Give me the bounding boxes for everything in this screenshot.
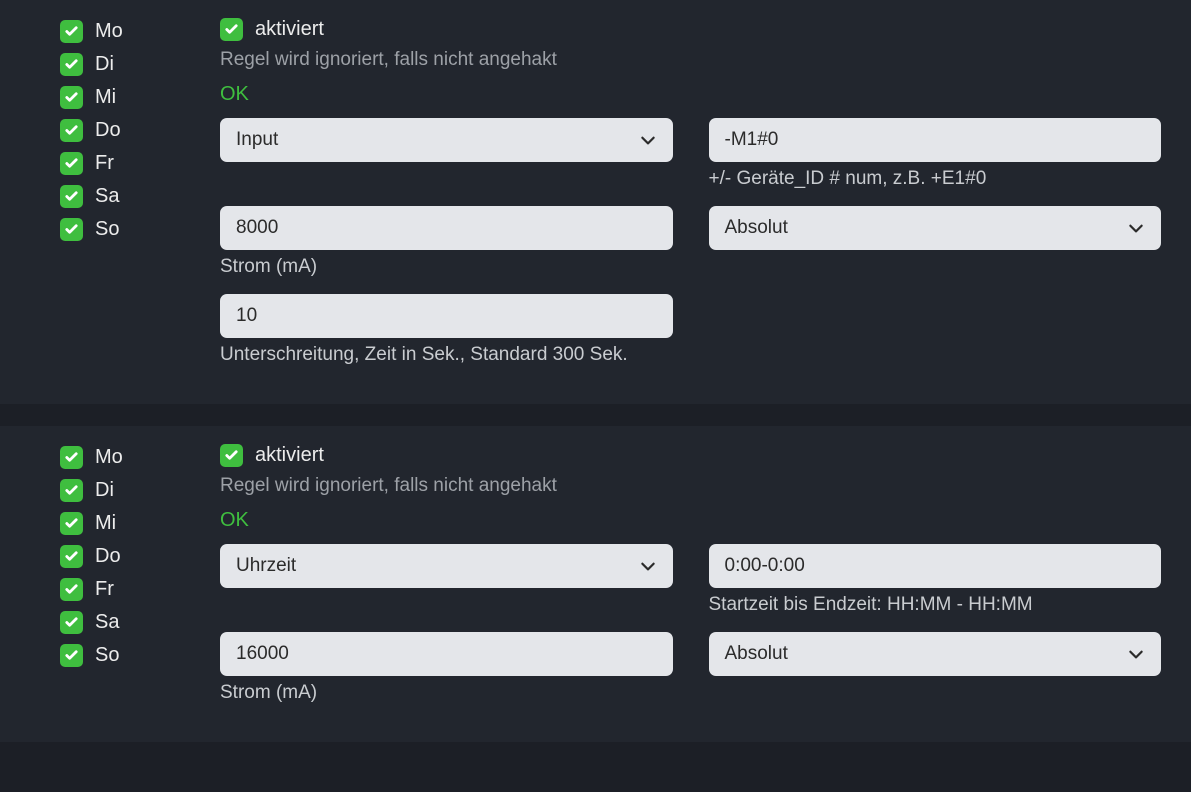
day-label: Sa (95, 611, 119, 634)
day-checkbox-mi[interactable] (60, 512, 83, 535)
days-column: Mo Di Mi Do Fr Sa So (60, 444, 150, 714)
rule-panel: Mo Di Mi Do Fr Sa So aktiviert Regel wir… (0, 426, 1191, 742)
day-checkbox-so[interactable] (60, 218, 83, 241)
undershoot-value: 10 (236, 305, 257, 327)
current-value: 16000 (236, 643, 289, 665)
activated-hint: Regel wird ignoriert, falls nicht angeha… (220, 49, 1161, 71)
day-checkbox-di[interactable] (60, 53, 83, 76)
absolute-select[interactable]: Absolut (709, 632, 1162, 676)
days-column: Mo Di Mi Do Fr Sa So (60, 18, 150, 376)
mode-select[interactable]: Input (220, 118, 673, 162)
chevron-down-icon (639, 131, 657, 149)
day-checkbox-mo[interactable] (60, 446, 83, 469)
day-label: Fr (95, 152, 114, 175)
chevron-down-icon (1127, 645, 1145, 663)
day-label: Di (95, 479, 114, 502)
undershoot-label: Unterschreitung, Zeit in Sek., Standard … (220, 344, 673, 366)
chevron-down-icon (639, 557, 657, 575)
status-text: OK (220, 509, 1161, 532)
day-label: Mi (95, 512, 116, 535)
day-label: Mo (95, 20, 123, 43)
day-checkbox-do[interactable] (60, 545, 83, 568)
current-value: 8000 (236, 217, 278, 239)
day-checkbox-do[interactable] (60, 119, 83, 142)
day-checkbox-so[interactable] (60, 644, 83, 667)
absolute-select-value: Absolut (725, 217, 788, 239)
day-label: Mo (95, 446, 123, 469)
mode-select-value: Uhrzeit (236, 555, 296, 577)
device-value: -M1#0 (725, 129, 779, 151)
day-label: Sa (95, 185, 119, 208)
device-input[interactable]: -M1#0 (709, 118, 1162, 162)
current-input[interactable]: 16000 (220, 632, 673, 676)
day-label: Di (95, 53, 114, 76)
activated-label: aktiviert (255, 444, 324, 467)
day-label: So (95, 644, 119, 667)
rule-panel: Mo Di Mi Do Fr Sa So aktiviert Regel wir… (0, 0, 1191, 404)
day-checkbox-mo[interactable] (60, 20, 83, 43)
activated-label: aktiviert (255, 18, 324, 41)
mode-select-value: Input (236, 129, 278, 151)
day-checkbox-sa[interactable] (60, 611, 83, 634)
day-checkbox-fr[interactable] (60, 152, 83, 175)
undershoot-input[interactable]: 10 (220, 294, 673, 338)
device-hint: +/- Geräte_ID # num, z.B. +E1#0 (709, 168, 1162, 190)
chevron-down-icon (1127, 219, 1145, 237)
day-label: Fr (95, 578, 114, 601)
current-label: Strom (mA) (220, 256, 673, 278)
time-input[interactable]: 0:00-0:00 (709, 544, 1162, 588)
activated-checkbox[interactable] (220, 18, 243, 41)
day-checkbox-di[interactable] (60, 479, 83, 502)
absolute-select-value: Absolut (725, 643, 788, 665)
day-label: Do (95, 119, 121, 142)
day-label: So (95, 218, 119, 241)
activated-hint: Regel wird ignoriert, falls nicht angeha… (220, 475, 1161, 497)
activated-checkbox[interactable] (220, 444, 243, 467)
day-checkbox-fr[interactable] (60, 578, 83, 601)
day-label: Do (95, 545, 121, 568)
absolute-select[interactable]: Absolut (709, 206, 1162, 250)
status-text: OK (220, 83, 1161, 106)
current-input[interactable]: 8000 (220, 206, 673, 250)
time-hint: Startzeit bis Endzeit: HH:MM - HH:MM (709, 594, 1162, 616)
day-label: Mi (95, 86, 116, 109)
day-checkbox-sa[interactable] (60, 185, 83, 208)
day-checkbox-mi[interactable] (60, 86, 83, 109)
time-value: 0:00-0:00 (725, 555, 805, 577)
mode-select[interactable]: Uhrzeit (220, 544, 673, 588)
current-label: Strom (mA) (220, 682, 673, 704)
